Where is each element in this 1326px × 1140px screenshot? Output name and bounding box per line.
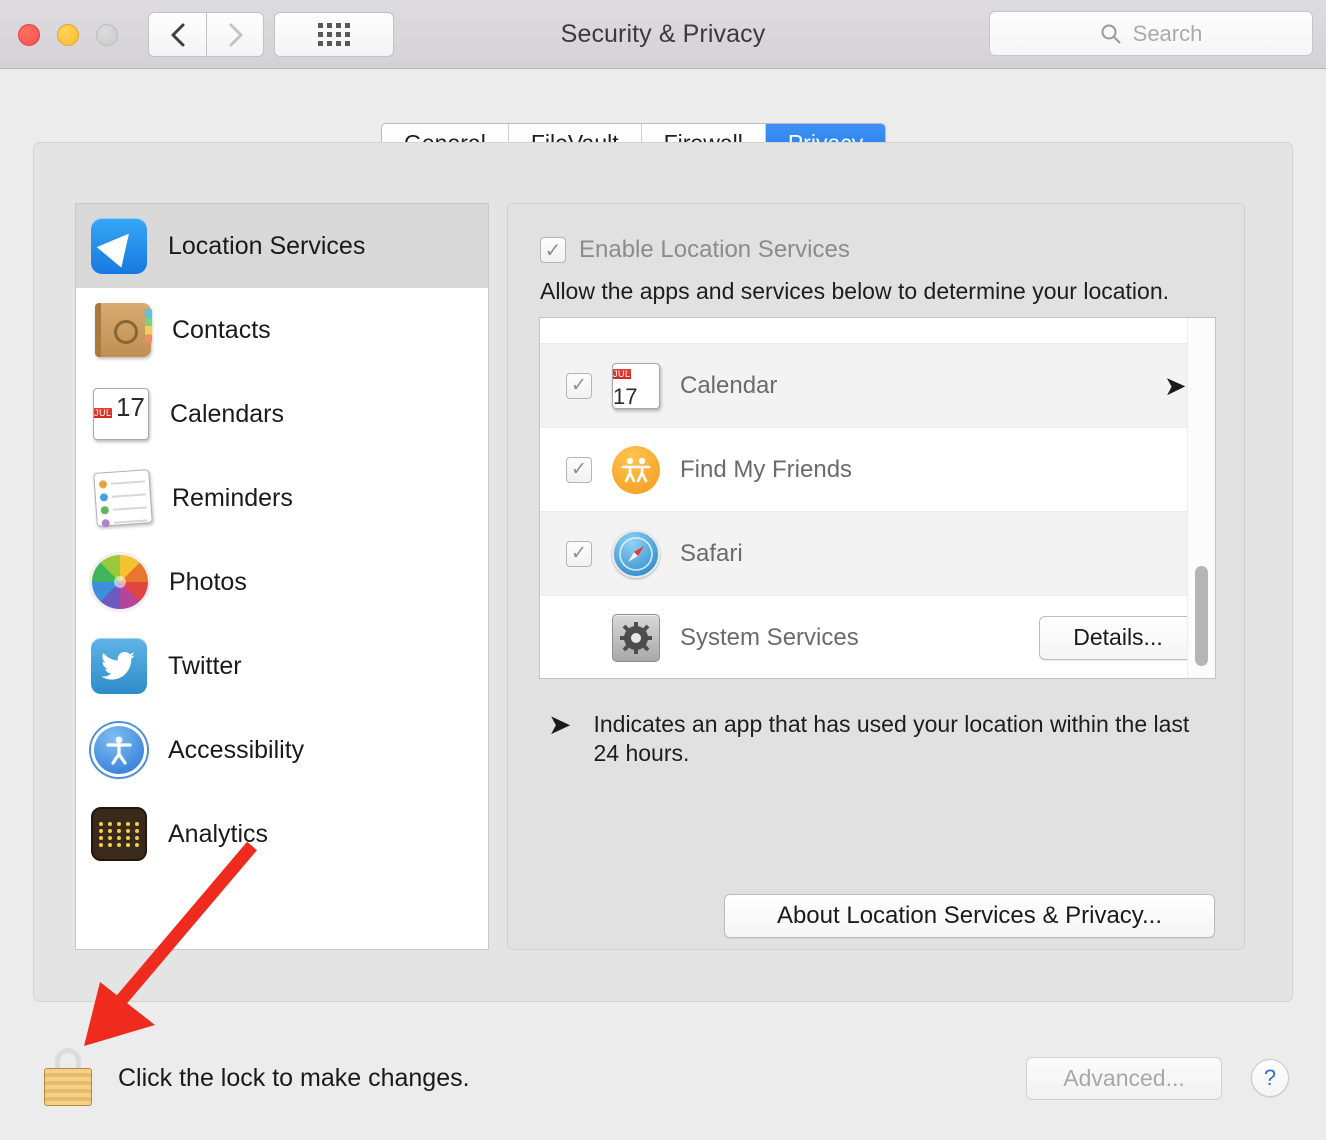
enable-location-services-checkbox[interactable]: ✓ (540, 237, 566, 263)
app-name: Find My Friends (680, 455, 853, 483)
app-name: Safari (680, 539, 743, 567)
legend-text: Indicates an app that has used your loca… (593, 711, 1190, 767)
window-titlebar: Security & Privacy Search (0, 0, 1326, 69)
calendar-icon-day: 17 (613, 383, 638, 409)
privacy-category-list[interactable]: Location Services Contacts JUL 17 Calend… (75, 203, 489, 950)
app-checkbox[interactable]: ✓ (566, 456, 592, 483)
lock-body (44, 1068, 92, 1106)
sidebar-item-accessibility[interactable]: Accessibility (76, 708, 488, 792)
accessibility-icon (91, 723, 147, 777)
calendar-icon-month: JUL (613, 368, 631, 379)
location-services-icon (91, 218, 147, 274)
table-row[interactable]: System Services Details... (540, 596, 1215, 678)
sidebar-item-label: Location Services (168, 231, 366, 260)
table-row-partial (540, 318, 1215, 344)
search-placeholder: Search (1132, 20, 1203, 46)
sidebar-item-label: Calendars (170, 399, 284, 428)
sidebar-item-label: Reminders (172, 483, 293, 512)
sidebar-item-analytics[interactable]: Analytics (76, 792, 488, 876)
sidebar-item-reminders[interactable]: Reminders (76, 456, 488, 540)
sidebar-item-label: Photos (169, 567, 247, 596)
reminders-icon (93, 469, 153, 528)
lock-button[interactable] (44, 1048, 92, 1106)
about-location-services-button[interactable]: About Location Services & Privacy... (724, 894, 1215, 938)
table-row[interactable]: ✓ Safari (540, 512, 1215, 596)
table-row[interactable]: ✓ Find My Friends (540, 428, 1215, 512)
detail-subtitle: Allow the apps and services below to det… (540, 278, 1170, 304)
app-checkbox[interactable]: ✓ (566, 540, 592, 567)
location-arrow-icon: ➤ (548, 709, 572, 740)
sidebar-item-label: Accessibility (168, 735, 305, 764)
analytics-icon (91, 807, 147, 861)
safari-icon (612, 529, 660, 578)
enable-location-services-label: Enable Location Services (579, 236, 850, 263)
advanced-button: Advanced... (1026, 1057, 1222, 1100)
sidebar-item-photos[interactable]: Photos (76, 540, 488, 624)
enable-location-services-row[interactable]: ✓ Enable Location Services (540, 236, 850, 264)
table-row[interactable]: ✓ JUL 17 Calendar ➤ (540, 344, 1215, 428)
legend-note: ➤ Indicates an app that has used your lo… (548, 709, 1218, 769)
system-services-icon (612, 613, 660, 662)
sidebar-item-label: Twitter (168, 651, 242, 680)
system-services-details-button[interactable]: Details... (1039, 615, 1197, 660)
sidebar-item-location-services[interactable]: Location Services (76, 204, 488, 288)
calendar-icon: JUL 17 (93, 388, 149, 440)
app-name: Calendar (680, 371, 778, 399)
help-button[interactable]: ? (1251, 1059, 1289, 1097)
contacts-icon (95, 303, 152, 357)
sidebar-item-twitter[interactable]: Twitter (76, 624, 488, 708)
app-permission-list[interactable]: ✓ JUL 17 Calendar ➤ ✓ Find My Friends ✓ (539, 317, 1216, 679)
app-list-scrollbar[interactable] (1187, 318, 1215, 678)
scrollbar-thumb[interactable] (1195, 566, 1208, 666)
twitter-icon (91, 638, 147, 694)
sidebar-item-label: Analytics (168, 819, 269, 848)
search-icon (1101, 24, 1121, 43)
recent-location-use-arrow-icon: ➤ (1164, 370, 1188, 401)
sidebar-item-calendars[interactable]: JUL 17 Calendars (76, 372, 488, 456)
find-my-friends-icon (612, 445, 660, 494)
app-name: System Services (680, 623, 859, 651)
calendar-icon: JUL 17 (612, 362, 660, 409)
photos-icon (92, 555, 148, 609)
location-services-detail-pane: ✓ Enable Location Services Allow the app… (507, 203, 1245, 950)
app-checkbox[interactable]: ✓ (566, 372, 592, 399)
calendar-icon-month: JUL (94, 408, 112, 418)
search-input[interactable]: Search (989, 11, 1313, 56)
calendar-icon-day: 17 (115, 392, 145, 422)
sidebar-item-contacts[interactable]: Contacts (76, 288, 488, 372)
lock-hint-text: Click the lock to make changes. (118, 1064, 470, 1092)
sidebar-item-label: Contacts (172, 315, 271, 344)
